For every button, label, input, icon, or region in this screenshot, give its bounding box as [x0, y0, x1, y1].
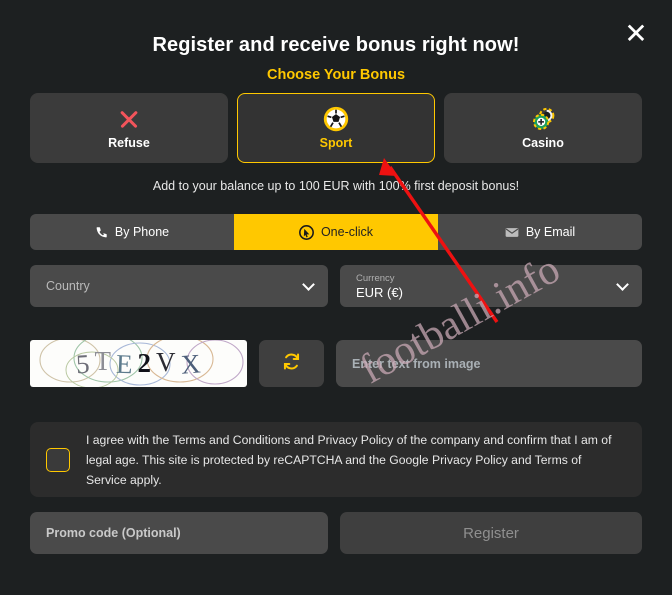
terms-text: I agree with the Terms and Conditions an… [86, 432, 612, 487]
tab-label: By Email [525, 225, 576, 239]
captcha-refresh-button[interactable] [259, 340, 324, 387]
bonus-option-refuse[interactable]: Refuse [30, 93, 228, 163]
terms-block: I agree with the Terms and Conditions an… [30, 422, 642, 497]
captcha-input[interactable]: Enter text from image [336, 340, 642, 387]
bonus-option-casino[interactable]: Casino [444, 93, 642, 163]
captcha-char: V [156, 347, 177, 377]
captcha-image: 5 T E 2 V X [30, 340, 247, 387]
bonus-options: Refuse Sport Casino [30, 93, 642, 163]
terms-checkbox[interactable] [46, 447, 70, 472]
currency-select[interactable]: Currency EUR (€) [340, 265, 642, 307]
deposit-bonus-text: Add to your balance up to 100 EUR with 1… [152, 179, 520, 193]
captcha-row: 5 T E 2 V X Enter text from image [30, 340, 642, 387]
captcha-characters: 5 T E 2 V X [30, 340, 247, 387]
phone-icon [95, 226, 108, 239]
bonus-option-label: Sport [319, 136, 353, 150]
register-button[interactable]: Register [340, 512, 642, 554]
country-select[interactable]: Country [30, 265, 328, 307]
captcha-char: E [115, 348, 135, 380]
bonus-subtitle: Choose Your Bonus [266, 67, 406, 83]
registration-dialog: ✕ Register and receive bonus right now! … [0, 0, 672, 595]
country-placeholder: Country [46, 279, 90, 293]
cross-icon [116, 106, 142, 132]
captcha-char: 5 [75, 348, 92, 380]
registration-method-tabs: By Phone One-click By Email [30, 214, 642, 250]
location-currency-row: Country Currency EUR (€) [30, 265, 642, 307]
bonus-option-label: Casino [522, 136, 564, 150]
currency-value: EUR (€) [356, 284, 403, 300]
one-click-cursor-icon [298, 224, 314, 240]
casino-chips-icon [530, 106, 557, 132]
tab-by-phone[interactable]: By Phone [30, 214, 234, 250]
bonus-option-label: Refuse [108, 136, 150, 150]
page-title: Register and receive bonus right now! [152, 34, 520, 56]
tab-label: By Phone [114, 225, 170, 239]
captcha-input-placeholder: Enter text from image [352, 356, 481, 371]
submit-row: Promo code (Optional) Register [30, 512, 642, 554]
bonus-option-sport[interactable]: Sport [237, 93, 435, 163]
tab-by-email[interactable]: By Email [438, 214, 642, 250]
captcha-char: X [179, 348, 202, 380]
captcha-char: T [94, 346, 112, 376]
tab-label: One-click [320, 225, 374, 239]
soccer-ball-icon [323, 106, 349, 132]
currency-label: Currency [356, 272, 395, 284]
promo-code-placeholder: Promo code (Optional) [46, 526, 181, 540]
promo-code-input[interactable]: Promo code (Optional) [30, 512, 328, 554]
tab-one-click[interactable]: One-click [234, 214, 438, 250]
captcha-char: 2 [137, 348, 152, 378]
envelope-icon [505, 227, 519, 238]
refresh-icon [282, 352, 301, 376]
